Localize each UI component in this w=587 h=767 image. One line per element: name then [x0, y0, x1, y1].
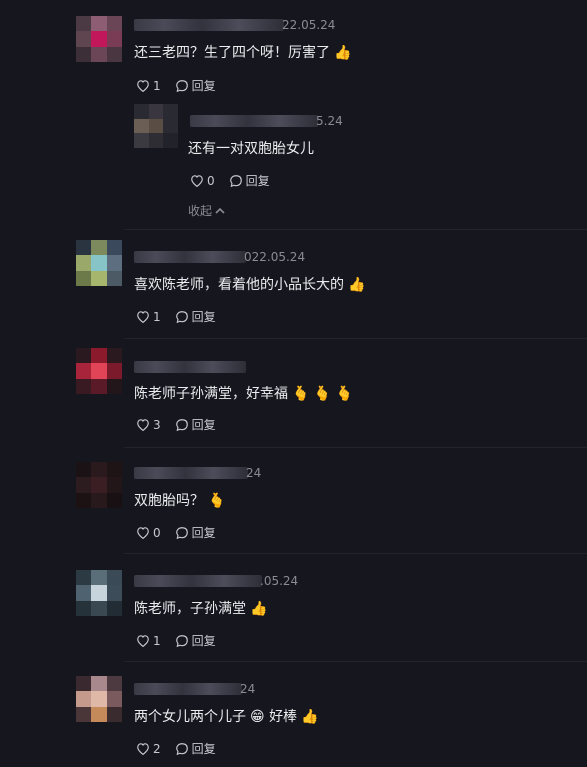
avatar[interactable]	[76, 462, 122, 508]
comment-text: 陈老师，子孙满堂	[134, 601, 246, 617]
comment-bubble-icon	[175, 79, 188, 92]
like-count: 0	[153, 525, 161, 540]
username[interactable]	[134, 467, 248, 479]
thumbs-up-icon: 👍	[301, 709, 319, 725]
chevron-up-icon	[215, 207, 225, 214]
username[interactable]	[134, 251, 246, 263]
comment-text: 陈老师子孙满堂，好幸福	[134, 386, 288, 402]
like-count: 1	[153, 78, 161, 93]
divider	[124, 553, 587, 554]
heart-icon	[137, 80, 149, 92]
reply-label: 回复	[191, 310, 216, 324]
avatar[interactable]	[76, 16, 122, 62]
avatar[interactable]	[134, 104, 178, 148]
reply-label: 回复	[191, 526, 216, 540]
like-button[interactable]: 1	[136, 79, 161, 93]
reply-button[interactable]: 回复	[175, 524, 216, 541]
reply-label: 回复	[245, 174, 270, 188]
comment-date: 5.24	[316, 114, 343, 128]
comment-text: 还三老四？生了四个呀！厉害了	[134, 45, 330, 61]
divider	[124, 229, 587, 230]
comment-text: 喜欢陈老师，看着他的小品长大的	[134, 277, 344, 293]
comment-bubble-icon	[175, 310, 188, 323]
like-count: 0	[207, 173, 215, 188]
comment-bubble-icon	[175, 418, 188, 431]
heart-icon	[137, 743, 149, 755]
avatar[interactable]	[76, 348, 122, 394]
comment-date: 022.05.24	[244, 250, 306, 264]
comment-date: 24	[246, 466, 262, 480]
username[interactable]	[134, 19, 284, 31]
avatar[interactable]	[76, 676, 122, 722]
username[interactable]	[134, 575, 262, 587]
collapse-label: 收起	[188, 204, 213, 218]
divider	[124, 338, 587, 339]
finger-heart-icon: 🫰 🫰 🫰	[292, 386, 354, 402]
like-count: 2	[153, 741, 161, 756]
heart-icon	[137, 419, 149, 431]
comment-bubble-icon	[175, 634, 188, 647]
like-count: 3	[153, 417, 161, 432]
username[interactable]	[190, 115, 318, 127]
like-button[interactable]: 2	[136, 742, 161, 756]
like-button[interactable]: 3	[136, 418, 161, 432]
comment-text-suffix: 好棒	[269, 709, 298, 725]
thumbs-up-icon: 👍	[250, 601, 268, 617]
like-button[interactable]: 1	[136, 634, 161, 648]
username[interactable]	[134, 361, 246, 373]
comment-bubble-icon	[175, 526, 188, 539]
reply-label: 回复	[191, 418, 216, 432]
reply-button[interactable]: 回复	[175, 632, 216, 649]
comment-text: 两个女儿两个儿子	[134, 709, 246, 725]
avatar[interactable]	[76, 570, 122, 616]
like-button[interactable]: 0	[136, 526, 161, 540]
comment-text: 双胞胎吗？	[134, 493, 204, 509]
reply-label: 回复	[191, 634, 216, 648]
divider	[124, 447, 587, 448]
reply-button[interactable]: 回复	[175, 740, 216, 757]
heart-icon	[137, 635, 149, 647]
like-count: 1	[153, 633, 161, 648]
reply-button[interactable]: 回复	[175, 77, 216, 94]
comment-date: .05.24	[260, 574, 299, 588]
collapse-replies-button[interactable]: 收起	[188, 202, 225, 219]
thumbs-up-icon: 👍	[348, 277, 366, 293]
like-button[interactable]: 0	[190, 174, 215, 188]
comment-bubble-icon	[175, 742, 188, 755]
divider	[124, 661, 587, 662]
username[interactable]	[134, 683, 242, 695]
reply-button[interactable]: 回复	[229, 172, 270, 189]
comment-date: 24	[240, 682, 256, 696]
finger-heart-icon: 🫰	[208, 493, 226, 509]
like-count: 1	[153, 309, 161, 324]
thumbs-up-icon: 👍	[334, 45, 352, 61]
avatar[interactable]	[76, 240, 122, 286]
reply-label: 回复	[191, 79, 216, 93]
like-button[interactable]: 1	[136, 310, 161, 324]
reply-button[interactable]: 回复	[175, 416, 216, 433]
comment-date: 22.05.24	[282, 18, 336, 32]
reply-label: 回复	[191, 742, 216, 756]
reply-button[interactable]: 回复	[175, 308, 216, 325]
heart-icon	[191, 175, 203, 187]
comment-bubble-icon	[229, 174, 242, 187]
grin-icon: 😁	[250, 709, 265, 725]
heart-icon	[137, 527, 149, 539]
heart-icon	[137, 311, 149, 323]
comment-text: 还有一对双胞胎女儿	[188, 141, 314, 157]
